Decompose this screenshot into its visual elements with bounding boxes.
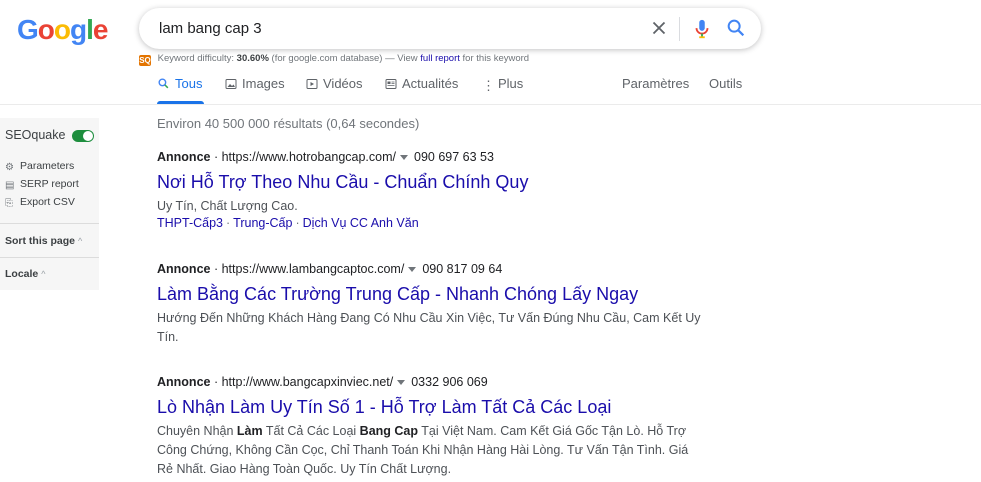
tab-videos-label: Vidéos: [323, 76, 363, 91]
ad-url[interactable]: https://www.lambangcaptoc.com/: [222, 262, 405, 276]
ad-badge: Annonce: [157, 262, 211, 276]
ad-description: Hướng Đến Những Khách Hàng Đang Có Nhu C…: [157, 311, 701, 344]
sidebar-item-serp-report[interactable]: ▤ SERP report: [5, 178, 79, 191]
full-report-link[interactable]: full report: [420, 53, 460, 64]
sitelink[interactable]: Trung-Cấp: [233, 216, 292, 230]
ad-title-link[interactable]: Lò Nhận Làm Uy Tín Số 1 - Hỗ Trợ Làm Tất…: [157, 397, 717, 421]
report-icon: ▤: [5, 180, 15, 191]
search-submit-icon[interactable]: [725, 17, 747, 39]
logo-letter-e: e: [92, 14, 109, 45]
sidebar-divider: [0, 223, 99, 224]
tab-all-label: Tous: [175, 76, 203, 91]
google-logo[interactable]: Google: [17, 14, 109, 46]
seoquake-sidebar: SEOquake ⚙ Parameters ▤ SERP report ⎘ Expor…: [0, 118, 99, 290]
kd-value: 30.60%: [236, 53, 269, 64]
ad-description: Chuyên Nhận Làm Tất Cả Các Loại Bang Cap…: [157, 422, 702, 479]
ad-title-link[interactable]: Nơi Hỗ Trợ Theo Nhu Cầu - Chuẩn Chính Qu…: [157, 172, 717, 196]
sidebar-divider: [0, 257, 99, 258]
kd-label: Keyword difficulty:: [157, 53, 235, 64]
sidebar-item-parameters[interactable]: ⚙ Parameters: [5, 160, 74, 173]
sort-this-page[interactable]: Sort this page ^: [5, 235, 82, 247]
ad-header: Annonce · https://www.hotrobangcap.com/0…: [157, 150, 494, 164]
desc-keyword: Bang Cap: [359, 424, 419, 438]
search-icon: [158, 78, 169, 89]
chevron-up-icon: ^: [41, 269, 46, 279]
export-icon: ⎘: [5, 198, 13, 209]
ad-title-link[interactable]: Làm Bằng Các Trường Trung Cấp - Nhanh Ch…: [157, 284, 717, 308]
sidebar-item-label: Parameters: [20, 160, 75, 172]
ad-badge: Annonce: [157, 375, 211, 389]
locale-label: Locale: [5, 268, 39, 280]
dropdown-arrow-icon[interactable]: [408, 266, 417, 272]
tabs-divider: [0, 104, 981, 105]
tab-images-label: Images: [242, 76, 285, 91]
keyword-difficulty-bar: SQ Keyword difficulty: 30.60% (for googl…: [139, 53, 529, 66]
desc-keyword: Làm: [236, 424, 263, 438]
sitelink[interactable]: THPT-Cấp3: [157, 216, 223, 230]
desc-text: Chuyên Nhận: [157, 424, 237, 438]
sitelink[interactable]: Dịch Vụ CC Anh Văn: [303, 216, 419, 230]
search-input[interactable]: lam bang cap 3: [159, 20, 262, 37]
ad-result: Annonce · https://www.hotrobangcap.com/0…: [157, 150, 717, 230]
logo-letter-l: l: [86, 14, 94, 45]
image-icon: [225, 79, 237, 89]
microphone-icon[interactable]: [691, 17, 713, 41]
video-icon: [306, 79, 318, 89]
desc-text: Tất Cả Các Loại: [262, 424, 360, 438]
ad-url[interactable]: https://www.hotrobangcap.com/: [222, 150, 396, 164]
logo-letter-o2: o: [53, 14, 71, 45]
ad-badge: Annonce: [157, 150, 211, 164]
seoquake-badge-icon: SQ: [139, 55, 151, 66]
tab-more[interactable]: ⋮ Plus: [482, 76, 523, 94]
seoquake-title: SEOquake: [5, 128, 66, 142]
clear-icon[interactable]: [648, 17, 670, 39]
result-stats: Environ 40 500 000 résultats (0,64 secon…: [157, 116, 420, 131]
sitelink-separator: ·: [226, 216, 231, 230]
logo-letter-g: G: [17, 14, 39, 45]
sort-label: Sort this page: [5, 235, 76, 247]
kd-scope: (for google.com database) — View: [271, 53, 418, 64]
search-box[interactable]: lam bang cap 3: [139, 8, 761, 49]
ad-result: Annonce · https://www.lambangcaptoc.com/…: [157, 262, 717, 347]
tab-images[interactable]: Images: [225, 76, 285, 91]
ad-result: Annonce · http://www.bangcapxinviec.net/…: [157, 375, 717, 479]
ad-url[interactable]: http://www.bangcapxinviec.net/: [222, 375, 394, 389]
sitelink-separator: ·: [295, 216, 300, 230]
sidebar-item-label: SERP report: [20, 178, 79, 190]
tab-news-label: Actualités: [402, 76, 459, 91]
ad-description: Uy Tín, Chất Lượng Cao.: [157, 199, 298, 213]
gear-icon: ⚙: [5, 162, 14, 173]
sidebar-item-label: Export CSV: [20, 196, 75, 208]
dropdown-arrow-icon[interactable]: [400, 154, 408, 160]
tab-videos[interactable]: Vidéos: [306, 76, 363, 91]
dropdown-arrow-icon[interactable]: [397, 379, 406, 385]
news-icon: [385, 79, 397, 89]
ad-phone[interactable]: 090 697 63 53: [414, 150, 494, 164]
ad-header: Annonce · https://www.lambangcaptoc.com/…: [157, 262, 503, 276]
ad-phone[interactable]: 090 817 09 64: [422, 262, 502, 276]
logo-letter-g2: g: [70, 14, 87, 45]
more-vert-icon: ⋮: [482, 78, 495, 93]
tab-news[interactable]: Actualités: [385, 76, 458, 91]
sidebar-item-export-csv[interactable]: ⎘ Export CSV: [5, 196, 75, 209]
seoquake-toggle[interactable]: [72, 130, 94, 142]
ad-sitelinks: THPT-Cấp3 · Trung-Cấp · Dịch Vụ CC Anh Văn: [157, 216, 717, 230]
tab-more-label: Plus: [498, 76, 524, 91]
settings-link[interactable]: Paramètres: [622, 76, 689, 91]
ad-header: Annonce · http://www.bangcapxinviec.net/…: [157, 375, 488, 389]
tab-all[interactable]: Tous: [157, 76, 202, 91]
chevron-up-icon: ^: [78, 236, 83, 246]
locale-section[interactable]: Locale ^: [5, 268, 46, 280]
ad-phone[interactable]: 0332 906 069: [411, 375, 487, 389]
tools-link[interactable]: Outils: [709, 76, 742, 91]
kd-suffix: for this keyword: [462, 53, 530, 64]
logo-letter-o1: o: [37, 14, 55, 45]
search-divider: [679, 17, 680, 41]
